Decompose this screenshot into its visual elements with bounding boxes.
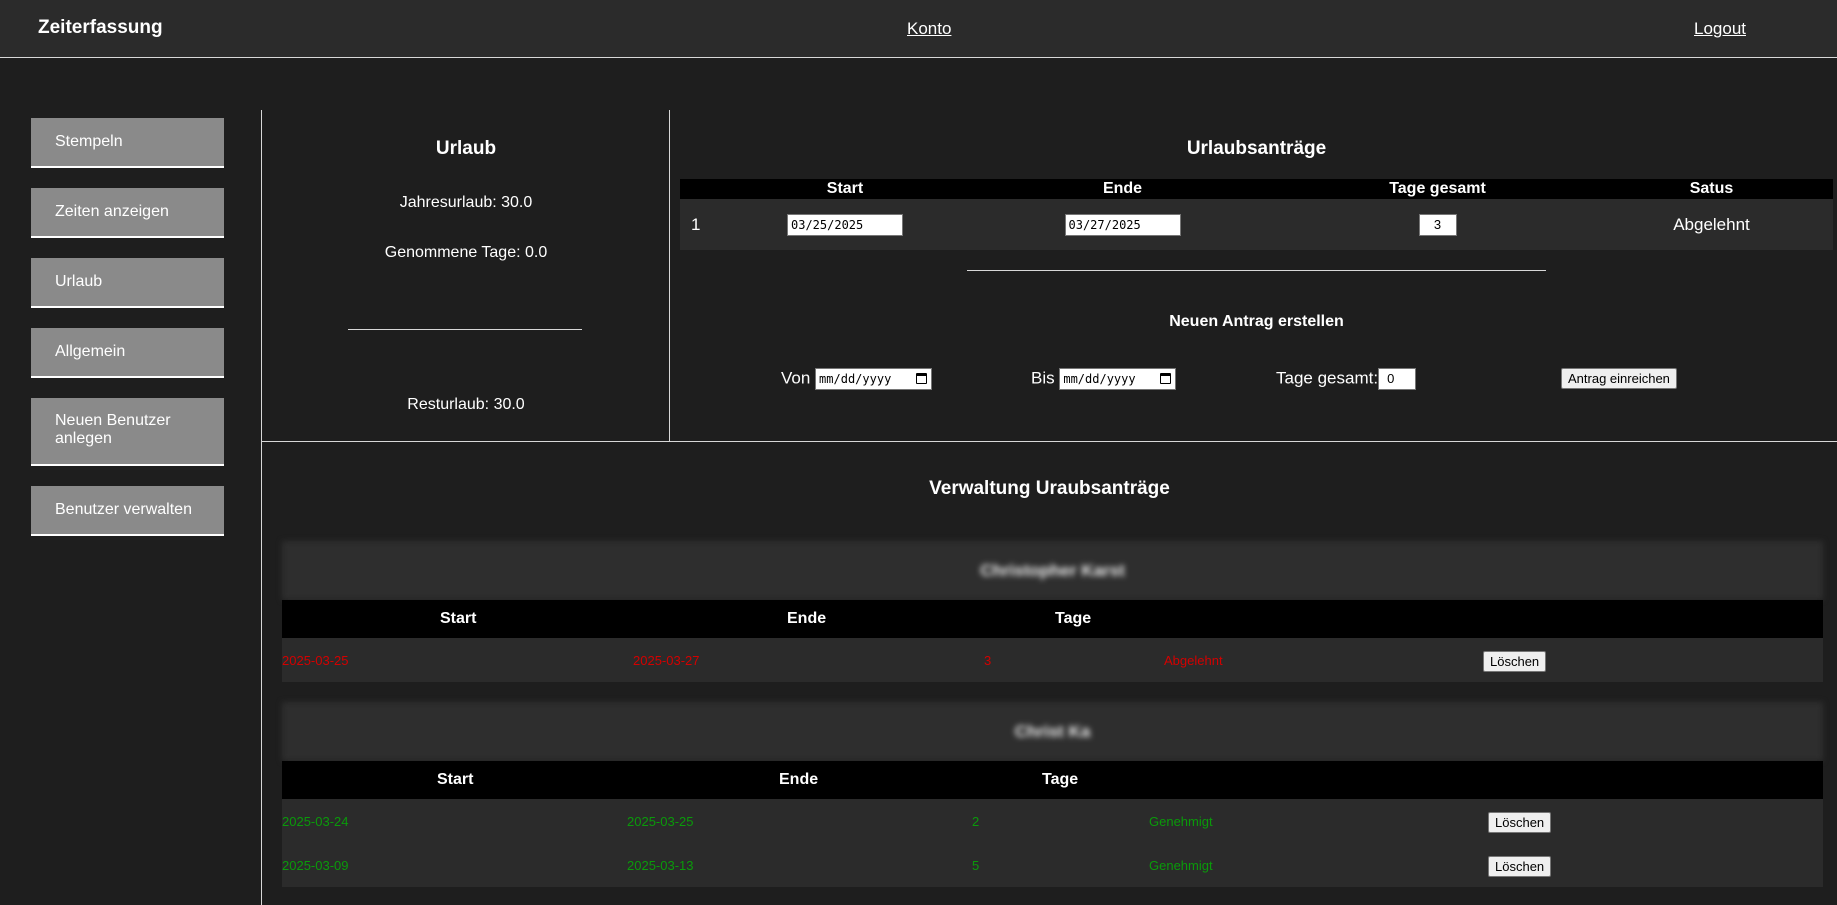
bis-date-input[interactable]: mm/dd/yyyy (1059, 368, 1177, 390)
tage-gesamt-input[interactable]: 0 (1378, 368, 1417, 390)
status-badge: Genehmigt (1149, 814, 1213, 829)
sidebar-item-stempeln[interactable]: Stempeln (31, 118, 224, 168)
status-badge: Genehmigt (1149, 858, 1213, 873)
urlaubsantraege-title: Urlaubsanträge (1186, 138, 1327, 159)
cell-start: 2025-03-24 (282, 814, 349, 829)
antraege-divider (967, 270, 1546, 271)
app-title: Zeiterfassung (38, 17, 163, 38)
status-badge: Abgelehnt (1164, 653, 1223, 668)
cell-ende: 2025-03-25 (627, 814, 694, 829)
col-start: Start (440, 610, 477, 627)
table-row: 1 03/25/2025 03/27/2025 3 Abgelehnt (680, 199, 1833, 250)
cell-start: 2025-03-09 (282, 858, 349, 873)
konto-link[interactable]: Konto (907, 19, 951, 39)
loeschen-button[interactable]: Löschen (1488, 856, 1552, 877)
cell-ende: 2025-03-13 (627, 858, 694, 873)
cell-start: 2025-03-25 (282, 653, 349, 668)
table-row: 2025-03-24 2025-03-25 2 Genehmigt Lösche… (282, 799, 1823, 843)
loeschen-button[interactable]: Löschen (1488, 812, 1552, 833)
col-ende: Ende (960, 179, 1285, 199)
start-date-value: 03/25/2025 (791, 217, 864, 232)
sidebar-item-zeiten-anzeigen[interactable]: Zeiten anzeigen (31, 188, 224, 238)
col-tage: Tage (1042, 771, 1079, 788)
cell-tage: 5 (972, 858, 980, 873)
user-request-group: Christ Ka Start Ende Tage 2025-03-24 202… (282, 702, 1823, 887)
table-row: 2025-03-09 2025-03-13 5 Genehmigt Lösche… (282, 843, 1823, 887)
verwaltung-title: Verwaltung Uraubsanträge (929, 478, 1170, 499)
col-tage-gesamt: Tage gesamt (1285, 179, 1590, 199)
section-divider (261, 441, 1837, 442)
bis-label: Bis (1031, 368, 1055, 388)
table-row: 2025-03-25 2025-03-27 3 Abgelehnt Lösche… (282, 638, 1823, 682)
tage-gesamt-field[interactable]: 3 (1418, 213, 1457, 236)
sidebar-item-neuen-benutzer-anlegen[interactable]: Neuen Benutzer anlegen (31, 398, 224, 466)
logout-link[interactable]: Logout (1694, 19, 1746, 39)
sidebar-item-urlaub[interactable]: Urlaub (31, 258, 224, 308)
neuen-antrag-title: Neuen Antrag erstellen (1169, 313, 1344, 330)
cell-ende: 2025-03-27 (633, 653, 700, 668)
von-placeholder: mm/dd/yyyy (819, 372, 892, 386)
calendar-icon[interactable] (916, 373, 928, 384)
col-nr (680, 179, 730, 199)
urlaub-title: Urlaub (435, 138, 497, 159)
sidebar-item-benutzer-verwalten[interactable]: Benutzer verwalten (31, 486, 224, 536)
user-name: Christopher Karst (282, 541, 1823, 600)
urlaub-divider (348, 329, 582, 330)
requests-table: Start Ende Tage gesamt Satus 1 03/25/202… (680, 179, 1833, 250)
main-left-divider (261, 110, 262, 905)
von-label: Von (781, 368, 811, 388)
col-tage: Tage (1055, 610, 1092, 627)
col-ende: Ende (787, 610, 827, 627)
jahresurlaub-text: Jahresurlaub: 30.0 (399, 194, 533, 211)
end-date-input[interactable]: 03/27/2025 (1064, 213, 1181, 236)
calendar-icon[interactable] (1160, 373, 1172, 384)
resturlaub-text: Resturlaub: 30.0 (407, 396, 525, 413)
loeschen-button[interactable]: Löschen (1483, 651, 1547, 672)
col-status: Satus (1590, 179, 1833, 199)
tage-gesamt-label: Tage gesamt: (1276, 368, 1379, 388)
cell-tage: 3 (984, 653, 992, 668)
genommene-tage-text: Genommene Tage: 0.0 (384, 244, 548, 261)
col-start: Start (730, 179, 960, 199)
sidebar: Stempeln Zeiten anzeigen Urlaub Allgemei… (31, 118, 225, 556)
row-number: 1 (680, 199, 730, 250)
status-text: Abgelehnt (1590, 199, 1833, 250)
end-date-value: 03/27/2025 (1068, 217, 1141, 232)
top-navbar: Zeiterfassung Konto Logout (0, 0, 1837, 58)
bis-placeholder: mm/dd/yyyy (1063, 372, 1136, 386)
cell-tage: 2 (972, 814, 980, 829)
new-request-form: Von mm/dd/yyyy Bis mm/dd/yyyy Tage gesam… (680, 368, 1833, 392)
antrag-einreichen-button[interactable]: Antrag einreichen (1561, 368, 1677, 389)
user-request-group: Christopher Karst Start Ende Tage 2025-0… (282, 541, 1823, 682)
col-ende: Ende (779, 771, 819, 788)
group-column-header: Start Ende Tage (282, 761, 1823, 799)
group-column-header: Start Ende Tage (282, 600, 1823, 638)
sidebar-item-allgemein[interactable]: Allgemein (31, 328, 224, 378)
panel-divider (669, 110, 670, 441)
von-date-input[interactable]: mm/dd/yyyy (815, 368, 933, 390)
user-name: Christ Ka (282, 702, 1823, 761)
col-start: Start (437, 771, 474, 788)
start-date-input[interactable]: 03/25/2025 (787, 213, 903, 236)
